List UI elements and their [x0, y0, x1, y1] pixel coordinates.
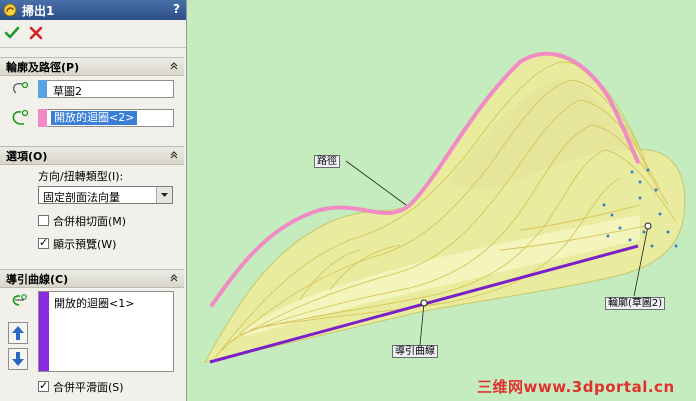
path-callout[interactable]: 路徑: [314, 155, 340, 168]
guide-curves-group-header[interactable]: 導引曲線(C): [0, 269, 184, 288]
watermark-text: 三维网www.3dportal.cn: [477, 378, 675, 396]
guide-curves-group-title: 導引曲線(C): [6, 273, 69, 286]
move-up-button[interactable]: [8, 322, 28, 344]
merge-smooth-checkbox[interactable]: ✓: [38, 379, 49, 392]
path-icon: [12, 109, 29, 125]
guide-curve-icon: [12, 294, 27, 306]
options-group-title: 選項(O): [6, 150, 48, 163]
sweep-preview-model[interactable]: [188, 0, 696, 401]
profile-value: 草圖2: [53, 85, 82, 98]
ok-check-icon[interactable]: [4, 25, 20, 41]
cancel-x-icon[interactable]: [28, 25, 44, 41]
path-value: 開放的迴圈<2>: [51, 111, 138, 125]
orientation-label: 方向/扭轉類型(I):: [38, 170, 124, 183]
profile-color-swatch: [38, 80, 47, 98]
orientation-value: 固定剖面法向量: [43, 191, 120, 204]
guide-color-bar: [39, 292, 49, 371]
collapse-chevron-icon[interactable]: [168, 272, 180, 284]
dropdown-arrow-icon[interactable]: [156, 187, 172, 203]
path-color-swatch: [38, 109, 47, 127]
help-button[interactable]: ?: [173, 2, 180, 16]
collapse-chevron-icon[interactable]: [168, 60, 180, 72]
profile-path-group-title: 輪廓及路徑(P): [6, 61, 80, 74]
path-selection-box[interactable]: 開放的迴圈<2>: [38, 109, 174, 127]
show-preview-label: 顯示預覽(W): [53, 238, 117, 251]
orientation-dropdown[interactable]: 固定剖面法向量: [38, 186, 173, 204]
guide-callout[interactable]: 導引曲線: [392, 345, 438, 358]
check-mark-icon: ✓: [39, 236, 49, 249]
profile-callout[interactable]: 輪廓(草圖2): [605, 297, 666, 310]
sweep-command-icon: [3, 3, 17, 17]
profile-selection-box[interactable]: 草圖2: [38, 80, 174, 98]
merge-tangent-label: 合併相切面(M): [53, 215, 127, 228]
guide-curves-list[interactable]: 開放的迴圈<1>: [38, 291, 174, 372]
show-preview-checkbox[interactable]: ✓: [38, 236, 49, 249]
graphics-viewport[interactable]: 路徑 輪廓(草圖2) 導引曲線: [188, 0, 696, 401]
check-mark-icon: ✓: [39, 379, 49, 392]
options-group-header[interactable]: 選項(O): [0, 146, 184, 165]
guide-anchor-point: [420, 299, 428, 307]
panel-title: 掃出1: [22, 4, 55, 18]
profile-anchor-point: [644, 222, 652, 230]
collapse-chevron-icon[interactable]: [168, 149, 180, 161]
merge-tangent-checkbox[interactable]: [38, 215, 49, 226]
arrow-up-icon: [12, 326, 24, 340]
move-down-button[interactable]: [8, 348, 28, 370]
ok-cancel-row: [0, 21, 186, 48]
guide-curve-item[interactable]: 開放的迴圈<1>: [54, 295, 134, 311]
profile-path-group-header[interactable]: 輪廓及路徑(P): [0, 57, 184, 76]
arrow-down-icon: [12, 352, 24, 366]
profile-icon: [12, 81, 29, 94]
property-manager-panel: 掃出1 ? 輪廓及路徑(P) 草圖2 開放的迴圈<2> 選項(O) 方向/扭轉類…: [0, 0, 187, 401]
merge-smooth-label: 合併平滑面(S): [53, 381, 124, 394]
panel-title-bar: 掃出1 ?: [0, 0, 186, 20]
